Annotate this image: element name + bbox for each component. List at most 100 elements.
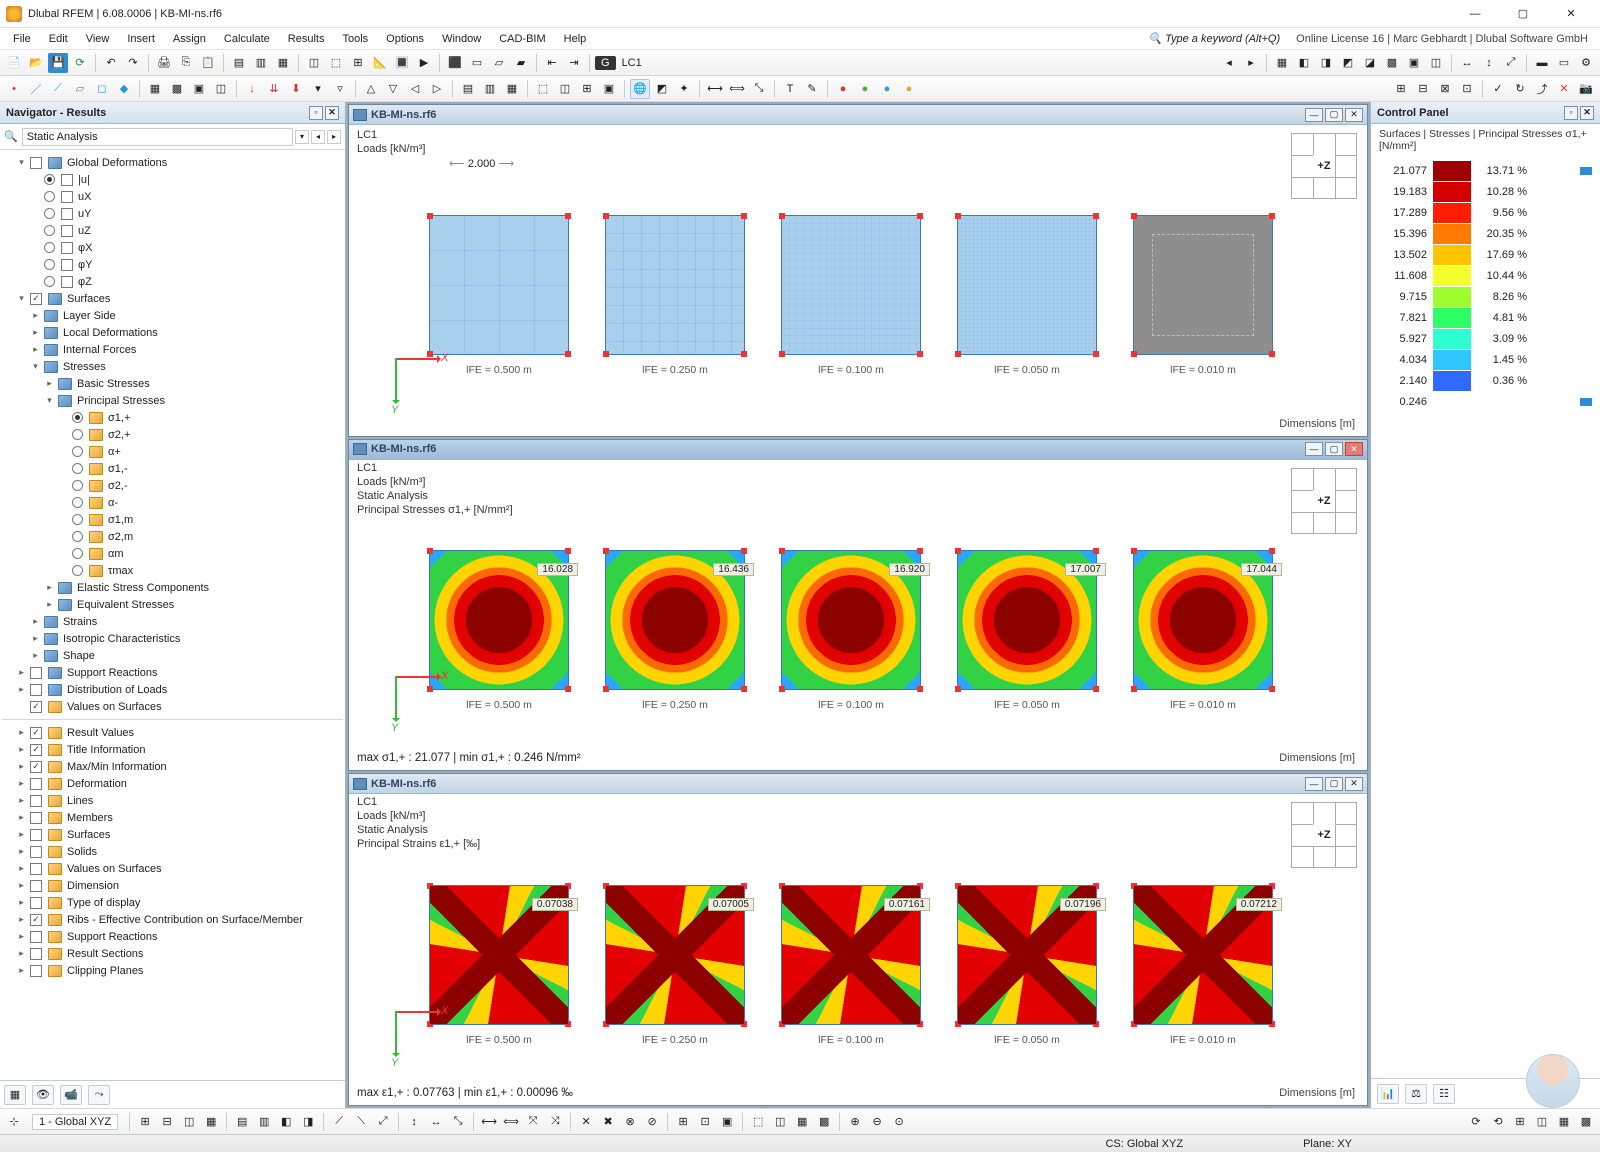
- orient-z[interactable]: +Z: [1313, 824, 1335, 846]
- tree-surfaces[interactable]: Surfaces: [65, 293, 110, 305]
- align2-icon[interactable]: ⇥: [564, 53, 584, 73]
- view-canvas[interactable]: LC1 Loads [kN/m³] Static Analysis Princi…: [349, 460, 1367, 771]
- view-header[interactable]: KB-MI-ns.rf6 ― ▢ ✕: [349, 774, 1367, 794]
- tree-local-def[interactable]: Local Deformations: [61, 327, 158, 339]
- expand-icon[interactable]: ▸: [44, 582, 55, 593]
- b13-icon[interactable]: ↔: [426, 1112, 446, 1132]
- new-icon[interactable]: 📄: [4, 53, 24, 73]
- view-iso-icon[interactable]: ⬛: [445, 53, 465, 73]
- expand-icon[interactable]: ▸: [30, 633, 41, 644]
- radio[interactable]: [44, 259, 55, 270]
- checkbox[interactable]: [61, 242, 73, 254]
- pin-icon[interactable]: ▫: [1564, 106, 1578, 120]
- b28-icon[interactable]: ▦: [792, 1112, 812, 1132]
- tree-ap[interactable]: α+: [106, 446, 121, 458]
- nav-path-icon[interactable]: ⤳: [88, 1085, 110, 1105]
- plate[interactable]: lFE = 0.050 m: [957, 215, 1097, 355]
- menu-calculate[interactable]: Calculate: [215, 31, 279, 47]
- checkbox[interactable]: [30, 667, 42, 679]
- radio[interactable]: [72, 548, 83, 559]
- menu-assign[interactable]: Assign: [164, 31, 215, 47]
- tree-s1p[interactable]: σ1,+: [106, 412, 130, 424]
- act1-icon[interactable]: ✓: [1488, 79, 1508, 99]
- res2-icon[interactable]: ◧: [1294, 53, 1314, 73]
- tree-opt[interactable]: Max/Min Information: [65, 761, 167, 773]
- res6-icon[interactable]: ▩: [1382, 53, 1402, 73]
- member-icon[interactable]: ⟋: [48, 79, 68, 99]
- expand-icon[interactable]: ▸: [16, 931, 27, 942]
- tree-gd-u[interactable]: |u|: [76, 174, 90, 186]
- menu-tools[interactable]: Tools: [333, 31, 377, 47]
- checkbox[interactable]: [30, 914, 42, 926]
- expand-icon[interactable]: ▸: [16, 812, 27, 823]
- plate[interactable]: 0.07005lFE = 0.250 m: [605, 885, 745, 1025]
- checkbox[interactable]: [61, 191, 73, 203]
- expand-icon[interactable]: ▸: [16, 684, 27, 695]
- legend-marker[interactable]: [1580, 167, 1592, 175]
- sup2-icon[interactable]: ▽: [383, 79, 403, 99]
- view-header[interactable]: KB-MI-ns.rf6 ― ▢ ✕: [349, 105, 1367, 125]
- view-max-icon[interactable]: ▢: [1325, 108, 1343, 122]
- b26-icon[interactable]: ⬚: [748, 1112, 768, 1132]
- checkbox[interactable]: [30, 744, 42, 756]
- radio[interactable]: [72, 480, 83, 491]
- b24-icon[interactable]: ⊡: [695, 1112, 715, 1132]
- b22-icon[interactable]: ⊘: [642, 1112, 662, 1132]
- color1-icon[interactable]: ●: [833, 79, 853, 99]
- nav-eye-icon[interactable]: 👁: [32, 1085, 54, 1105]
- radio[interactable]: [72, 514, 83, 525]
- sup1-icon[interactable]: △: [361, 79, 381, 99]
- radio[interactable]: [72, 463, 83, 474]
- radio[interactable]: [72, 565, 83, 576]
- sel1-icon[interactable]: ⬚: [533, 79, 553, 99]
- plate[interactable]: 0.07038lFE = 0.500 m: [429, 885, 569, 1025]
- checkbox[interactable]: [61, 174, 73, 186]
- support-avatar-icon[interactable]: [1526, 1054, 1580, 1108]
- tree-opt[interactable]: Members: [65, 812, 113, 824]
- redo-icon[interactable]: ↷: [123, 53, 143, 73]
- tree-values-surfaces[interactable]: Values on Surfaces: [65, 701, 162, 713]
- grid1-icon[interactable]: ▤: [458, 79, 478, 99]
- view-xy-icon[interactable]: ▭: [467, 53, 487, 73]
- plate[interactable]: 0.07212lFE = 0.010 m: [1133, 885, 1273, 1025]
- plate[interactable]: 17.044lFE = 0.010 m: [1133, 550, 1273, 690]
- b10-icon[interactable]: ⟍: [351, 1112, 371, 1132]
- cp-balance-icon[interactable]: ⚖: [1405, 1084, 1427, 1104]
- disp1-icon[interactable]: ▬: [1532, 53, 1552, 73]
- align1-icon[interactable]: ⇤: [542, 53, 562, 73]
- mesh-icon[interactable]: 🔳: [392, 53, 412, 73]
- keyword-search-hint[interactable]: 🔍 Type a keyword (Alt+Q): [1148, 32, 1288, 45]
- expand-icon[interactable]: ▸: [16, 795, 27, 806]
- note-icon[interactable]: ✎: [802, 79, 822, 99]
- close-button[interactable]: ✕: [1548, 1, 1594, 27]
- radio[interactable]: [44, 191, 55, 202]
- tree-internal-forces[interactable]: Internal Forces: [61, 344, 136, 356]
- b32-icon[interactable]: ⊙: [889, 1112, 909, 1132]
- checkbox[interactable]: [30, 948, 42, 960]
- tree-s2m[interactable]: σ2,-: [106, 480, 128, 492]
- checkbox[interactable]: [30, 727, 42, 739]
- tree-gd-phiz[interactable]: φZ: [76, 276, 92, 288]
- plate[interactable]: 16.028lFE = 0.500 m: [429, 550, 569, 690]
- tree-amm[interactable]: αm: [106, 548, 124, 560]
- view-close-icon[interactable]: ✕: [1345, 777, 1363, 791]
- expand-icon[interactable]: ▾: [44, 395, 55, 406]
- win2-icon[interactable]: ⬚: [326, 53, 346, 73]
- set3-icon[interactable]: ▣: [189, 79, 209, 99]
- expand-icon[interactable]: ▸: [16, 667, 27, 678]
- radio[interactable]: [72, 531, 83, 542]
- refresh-icon[interactable]: ⟳: [70, 53, 90, 73]
- filter-dropdown-icon[interactable]: ▾: [295, 130, 309, 144]
- expand-icon[interactable]: ▸: [16, 778, 27, 789]
- view-yz-icon[interactable]: ▰: [511, 53, 531, 73]
- txt-icon[interactable]: T: [780, 79, 800, 99]
- dim1-icon[interactable]: ⟷: [705, 79, 725, 99]
- doc1-icon[interactable]: ▤: [229, 53, 249, 73]
- view-max-icon[interactable]: ▢: [1325, 777, 1343, 791]
- line-icon[interactable]: ／: [26, 79, 46, 99]
- b30-icon[interactable]: ⊕: [845, 1112, 865, 1132]
- checkbox[interactable]: [61, 259, 73, 271]
- tree-strains[interactable]: Strains: [61, 616, 97, 628]
- set1-icon[interactable]: ▦: [145, 79, 165, 99]
- grp1-icon[interactable]: ⊞: [1391, 79, 1411, 99]
